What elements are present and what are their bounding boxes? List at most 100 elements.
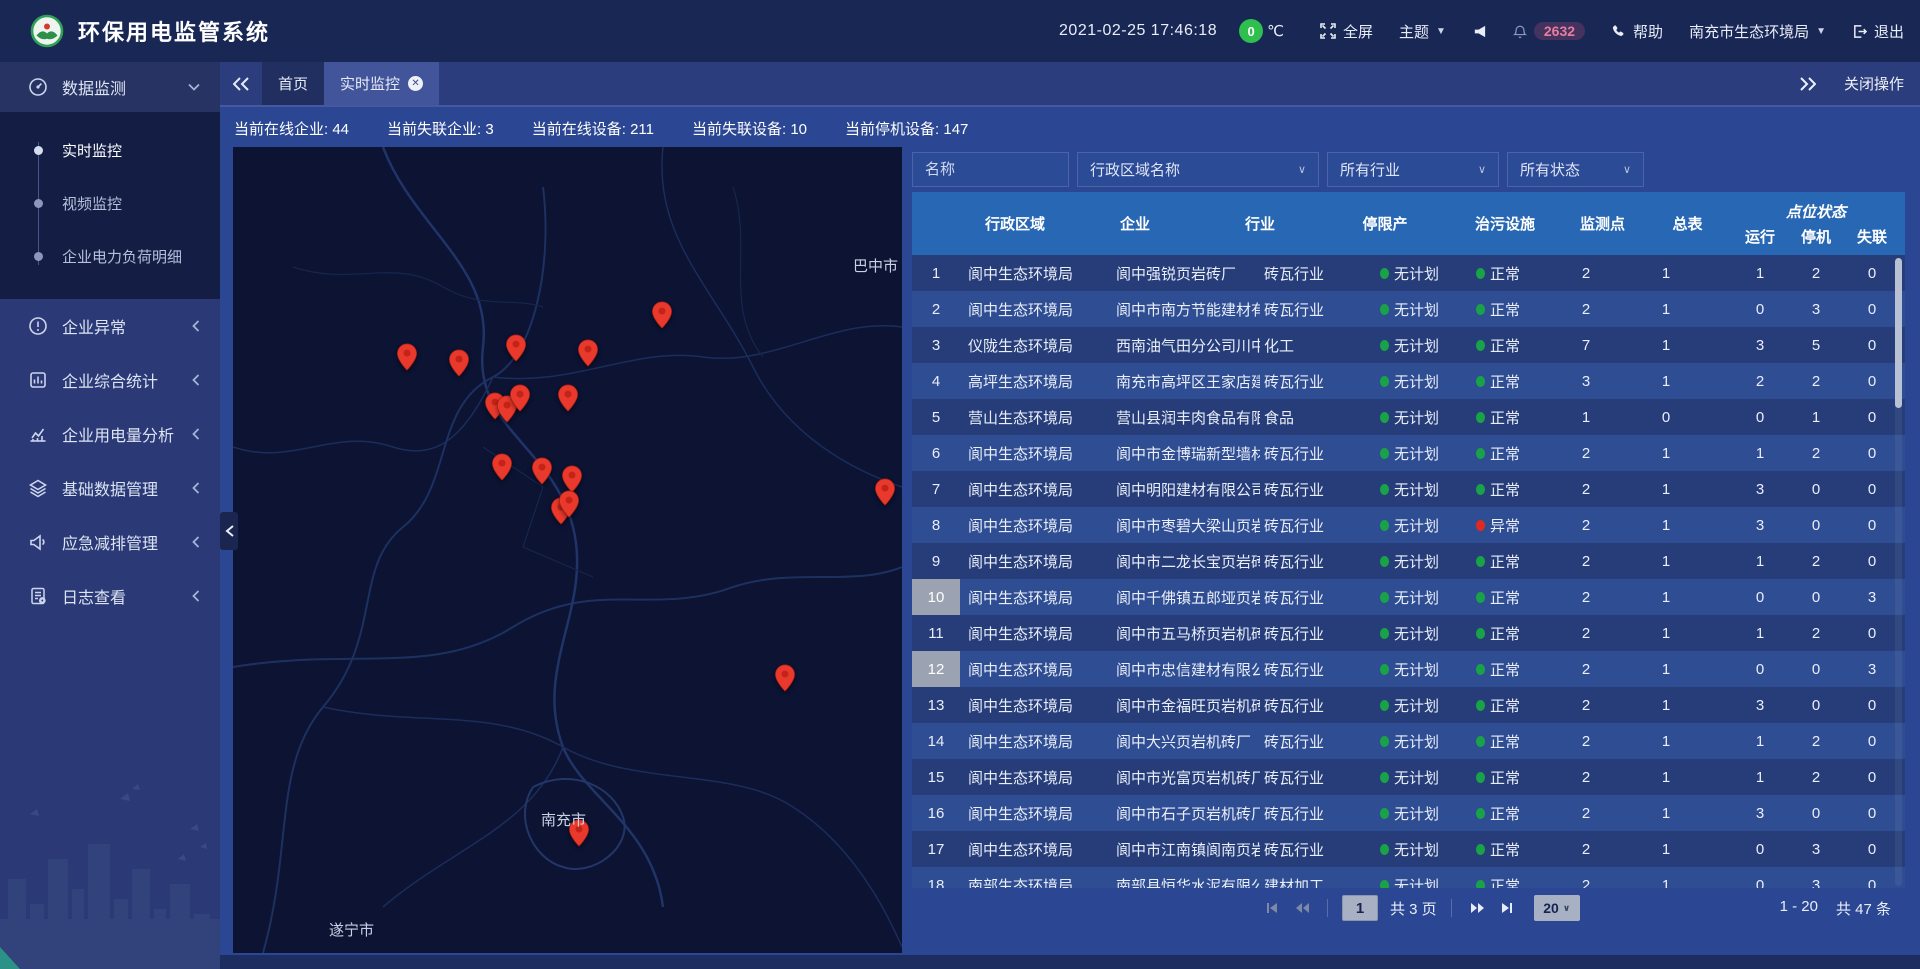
table-row[interactable]: 16阆中生态环境局阆中市石子页岩机砖厂砖瓦行业无计划正常21300 [912,795,1905,831]
org-dropdown[interactable]: 南充市生态环境局 ▼ [1689,21,1826,42]
scrollbar-thumb[interactable] [1895,258,1902,408]
table-row[interactable]: 17阆中生态环境局阆中市江南镇阆南页岩砖瓦行业无计划正常21030 [912,831,1905,867]
map-pin-icon[interactable] [578,339,599,367]
row-number: 10 [912,579,960,615]
cell-down: 0 [1788,805,1844,822]
table-header: 行政区域 企业 行业 停限产 治污设施 监测点 总表 点位状态 运行 停机 失联 [912,192,1905,255]
cell-down: 2 [1788,733,1844,750]
cell-points: 2 [1546,697,1626,714]
table-row[interactable]: 4高坪生态环境局南充市高坪区王家店建砖瓦行业无计划正常31220 [912,363,1905,399]
region-select[interactable]: 行政区域名称 ∨ [1077,152,1319,187]
sidebar-subitem[interactable]: 实时监控 [0,124,220,177]
close-icon[interactable]: ✕ [408,76,423,91]
sidebar-item-enterprise-abnormal[interactable]: 企业异常 [0,299,220,353]
cell-meters: 1 [1626,265,1706,282]
table-row[interactable]: 11阆中生态环境局阆中市五马桥页岩机砖砖瓦行业无计划正常21120 [912,615,1905,651]
name-search-input[interactable] [912,152,1069,187]
sidebar-item-label: 企业异常 [62,314,126,338]
table-row[interactable]: 14阆中生态环境局阆中大兴页岩机砖厂砖瓦行业无计划正常21120 [912,723,1905,759]
cell-industry: 砖瓦行业 [1260,263,1334,284]
map-pin-icon[interactable] [532,457,553,485]
table-row[interactable]: 3仪陇生态环境局西南油气田分公司川中化工无计划正常71350 [912,327,1905,363]
speaker-icon [1472,24,1487,39]
sidebar-item-power-analysis[interactable]: 企业用电量分析 [0,407,220,461]
sidebar-subitem[interactable]: 视频监控 [0,177,220,230]
sidebar-item-emergency-reduction[interactable]: 应急减排管理 [0,515,220,569]
cell-company: 阆中市江南镇阆南页岩 [1110,839,1260,860]
sidebar-collapse-handle[interactable] [220,512,238,550]
table-row[interactable]: 5营山生态环境局营山县润丰肉食品有限食品无计划正常10010 [912,399,1905,435]
cell-plan: 无计划 [1334,839,1446,860]
row-number: 15 [912,759,960,795]
map-pin-icon[interactable] [562,465,583,493]
row-number: 18 [912,867,960,888]
tabs-scroll-right-button[interactable] [1800,77,1816,91]
map-pin-icon[interactable] [652,301,673,329]
cell-industry: 砖瓦行业 [1260,731,1334,752]
map-pin-icon[interactable] [569,819,590,847]
map-pin-icon[interactable] [506,334,527,362]
map-pin-icon[interactable] [558,384,579,412]
fullscreen-button[interactable]: 全屏 [1320,21,1373,42]
map-pin-icon[interactable] [397,343,418,371]
table-row[interactable]: 12阆中生态环境局阆中市忠信建材有限公砖瓦行业无计划正常21003 [912,651,1905,687]
cell-down: 3 [1788,301,1844,318]
table-row[interactable]: 9阆中生态环境局阆中市二龙长宝页岩砖砖瓦行业无计划正常21120 [912,543,1905,579]
stat-item: 当前停机设备: 147 [845,118,968,139]
sidebar-subitem[interactable]: 企业电力负荷明细 [0,230,220,283]
map[interactable]: 巴中市南充市遂宁市 [233,147,902,953]
last-page-button[interactable] [1496,901,1518,915]
table-row[interactable]: 1阆中生态环境局阆中强锐页岩砖厂砖瓦行业无计划正常21120 [912,255,1905,291]
cell-down: 2 [1788,625,1844,642]
cell-meters: 1 [1626,517,1706,534]
map-pin-icon[interactable] [492,453,513,481]
cell-industry: 砖瓦行业 [1260,479,1334,500]
cell-district: 阆中生态环境局 [960,443,1110,464]
cell-lost: 3 [1844,589,1900,606]
status-select[interactable]: 所有状态 ∨ [1507,152,1644,187]
stat-label: 当前失联设备: [692,121,790,138]
sound-toggle[interactable] [1472,24,1487,39]
close-operations-button[interactable]: 关闭操作 [1844,73,1904,94]
table-row[interactable]: 13阆中生态环境局阆中市金福旺页岩机砖砖瓦行业无计划正常21300 [912,687,1905,723]
theme-dropdown[interactable]: 主题 ▼ [1399,21,1446,42]
map-pin-icon[interactable] [559,490,580,518]
cell-meters: 1 [1626,337,1706,354]
next-page-button[interactable] [1466,901,1488,915]
table-row[interactable]: 7阆中生态环境局阆中明阳建材有限公司砖瓦行业无计划正常21300 [912,471,1905,507]
table-row[interactable]: 6阆中生态环境局阆中市金博瑞新型墙材砖瓦行业无计划正常21120 [912,435,1905,471]
cell-company: 阆中市南方节能建材有 [1110,299,1260,320]
table-row[interactable]: 15阆中生态环境局阆中市光富页岩机砖厂砖瓦行业无计划正常21120 [912,759,1905,795]
stats-bar: 当前在线企业: 44当前失联企业: 3当前在线设备: 211当前失联设备: 10… [220,109,1920,147]
table-row[interactable]: 2阆中生态环境局阆中市南方节能建材有砖瓦行业无计划正常21030 [912,291,1905,327]
map-pin-icon[interactable] [775,664,796,692]
tab-realtime-monitor[interactable]: 实时监控 ✕ [324,62,439,105]
cell-company: 阆中市光富页岩机砖厂 [1110,767,1260,788]
notifications[interactable]: 2632 [1513,22,1585,40]
sidebar-item-base-data[interactable]: 基础数据管理 [0,461,220,515]
table-row[interactable]: 8阆中生态环境局阆中市枣碧大梁山页岩砖瓦行业无计划异常21300 [912,507,1905,543]
map-pin-icon[interactable] [449,349,470,377]
sidebar-item-enterprise-statistics[interactable]: 企业综合统计 [0,353,220,407]
first-page-button[interactable] [1261,901,1283,915]
page-number-input[interactable] [1342,895,1378,921]
industry-select[interactable]: 所有行业 ∨ [1327,152,1499,187]
table-row[interactable]: 18南部生态环境局南部县恒华水泥有限公建材加工无计划正常21030 [912,867,1905,888]
help-button[interactable]: 帮助 [1611,21,1663,42]
cell-plan: 无计划 [1334,659,1446,680]
exit-button[interactable]: 退出 [1852,21,1904,42]
city-silhouette-decoration [0,759,220,969]
table-row[interactable]: 10阆中生态环境局阆中千佛镇五郎垭页岩砖瓦行业无计划正常21003 [912,579,1905,615]
cell-company: 阆中明阳建材有限公司 [1110,479,1260,500]
tabs-scroll-left-button[interactable] [220,62,262,105]
chevron-left-icon [192,536,200,548]
map-pin-icon[interactable] [510,384,531,412]
prev-page-button[interactable] [1291,901,1313,915]
map-pin-icon[interactable] [875,478,896,506]
tab-home[interactable]: 首页 [262,62,324,105]
page-size-select[interactable]: 20 ∨ [1534,895,1580,921]
status-dot [1380,772,1389,783]
sidebar-item-data-monitor[interactable]: 数据监测 [0,62,220,112]
cell-run: 0 [1732,661,1788,678]
sidebar-item-log-view[interactable]: 日志查看 [0,569,220,623]
